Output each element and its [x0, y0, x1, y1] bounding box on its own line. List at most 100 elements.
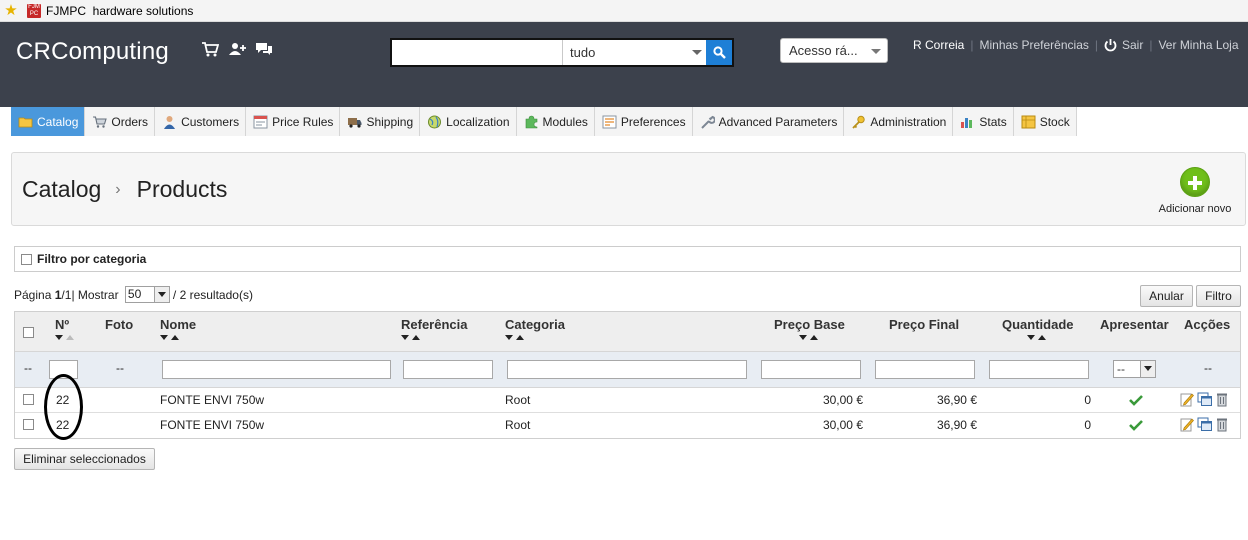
current-page: 1: [54, 287, 62, 302]
sort-asc-icon[interactable]: [810, 335, 818, 340]
search-button[interactable]: [706, 40, 732, 65]
add-new-button[interactable]: Adicionar novo: [1157, 167, 1233, 215]
sort-asc-icon[interactable]: [412, 335, 420, 340]
tab-catalog[interactable]: Catalog: [11, 107, 86, 136]
page-title: Products: [136, 176, 228, 202]
breadcrumb-section: Catalog: [22, 176, 102, 202]
row-checkbox[interactable]: [23, 394, 34, 405]
tab-label: Catalog: [37, 114, 79, 129]
orders-notification-icon[interactable]: [201, 41, 219, 57]
search-input[interactable]: [392, 40, 562, 65]
products-table: Nº Foto Nome Referência Categoria Preço …: [14, 311, 1241, 439]
key-icon: [852, 115, 866, 129]
filter-reference-input[interactable]: [403, 360, 493, 379]
quick-access-select[interactable]: Acesso rá...: [780, 38, 888, 63]
sort-desc-icon[interactable]: [401, 335, 409, 340]
sort-desc-icon[interactable]: [160, 335, 168, 340]
row-checkbox[interactable]: [23, 419, 34, 430]
product-base-price: 30,00 €: [822, 418, 863, 432]
customers-notification-icon[interactable]: [228, 41, 246, 57]
column-name: Nome: [160, 317, 196, 341]
filter-base-price-input[interactable]: [761, 360, 861, 379]
edit-icon[interactable]: [1180, 392, 1194, 407]
column-final-price: Preço Final: [889, 317, 960, 332]
filter-show-select[interactable]: --: [1113, 360, 1156, 378]
duplicate-icon[interactable]: [1197, 417, 1213, 432]
table-row[interactable]: 22 FONTE ENVI 750w Root 30,00 € 36,90 € …: [15, 388, 1240, 413]
browser-favorites-bar: ★ FJM PC FJMPC hardware solutions: [0, 0, 1248, 22]
edit-icon[interactable]: [1180, 417, 1194, 432]
product-final-price: 36,90 €: [936, 418, 977, 432]
column-actions: Acções: [1184, 317, 1231, 332]
enabled-check-icon[interactable]: [1129, 419, 1143, 431]
chevron-down-icon: [871, 49, 881, 54]
tab-label: Preferences: [620, 114, 686, 129]
page-toolbar: Catalog › Products Adicionar novo: [11, 152, 1246, 226]
category-filter-checkbox[interactable]: [21, 253, 32, 265]
per-page-value: 50: [127, 287, 142, 301]
chevron-down-icon: [1140, 361, 1155, 377]
delete-selected-button[interactable]: Eliminar seleccionados: [14, 448, 155, 470]
tab-label: Stock: [1039, 114, 1070, 129]
enabled-check-icon[interactable]: [1129, 394, 1143, 406]
bar-chart-icon: [961, 117, 973, 128]
filter-quantity-input[interactable]: [989, 360, 1089, 379]
select-all-checkbox[interactable]: [23, 327, 34, 338]
per-page-select[interactable]: 50: [124, 286, 170, 303]
nav-separator: |: [1149, 38, 1153, 52]
sort-desc-icon[interactable]: [55, 335, 63, 340]
folder-icon: [18, 117, 33, 127]
view-shop-link[interactable]: Ver Minha Loja: [1158, 38, 1238, 52]
tab-orders[interactable]: Orders: [85, 107, 156, 136]
product-name: FONTE ENVI 750w: [160, 418, 265, 432]
sort-asc-icon[interactable]: [171, 335, 179, 340]
tab-stats[interactable]: Stats: [953, 107, 1014, 136]
favorite-link[interactable]: FJMPC hardware solutions: [46, 4, 193, 18]
sort-asc-icon[interactable]: [516, 335, 524, 340]
tab-preferences[interactable]: Preferences: [594, 107, 693, 136]
column-quantity-label: Quantidade: [1002, 317, 1074, 332]
pagination: Página 1 / 1 | Mostrar 50 / 2 resultado(…: [14, 286, 253, 303]
sort-desc-icon[interactable]: [799, 335, 807, 340]
favorites-star-icon[interactable]: ★: [2, 2, 20, 20]
sort-desc-icon[interactable]: [1027, 335, 1035, 340]
column-category-label: Categoria: [505, 317, 565, 332]
tab-localization[interactable]: Localization: [420, 107, 517, 136]
logout-link[interactable]: Sair: [1104, 38, 1143, 52]
plus-icon: [1180, 167, 1210, 197]
tab-label: Orders: [111, 114, 149, 129]
sort-asc-icon[interactable]: [1038, 335, 1046, 340]
filter-name-input[interactable]: [162, 360, 391, 379]
tab-shipping[interactable]: Shipping: [340, 107, 421, 136]
tab-modules[interactable]: Modules: [516, 107, 595, 136]
my-preferences-link[interactable]: Minhas Preferências: [979, 38, 1088, 52]
filter-row: -- -- -- --: [15, 352, 1240, 388]
tab-customers[interactable]: Customers: [155, 107, 247, 136]
duplicate-icon[interactable]: [1197, 392, 1213, 407]
column-category: Categoria: [505, 317, 565, 341]
tab-advanced-parameters[interactable]: Advanced Parameters: [692, 107, 845, 136]
filter-show-value: --: [1117, 362, 1125, 376]
category-filter-panel: Filtro por categoria: [14, 246, 1241, 272]
tab-label: Shipping: [366, 114, 414, 129]
sort-asc-icon[interactable]: [66, 335, 74, 340]
search-scope-select[interactable]: tudo: [562, 40, 706, 65]
delete-icon[interactable]: [1216, 417, 1228, 432]
tab-price-rules[interactable]: Price Rules: [246, 107, 341, 136]
tab-administration[interactable]: Administration: [844, 107, 954, 136]
filter-category-input[interactable]: [507, 360, 747, 379]
filter-placeholder: --: [116, 361, 124, 375]
messages-notification-icon[interactable]: [255, 41, 273, 57]
shop-name[interactable]: CRComputing: [16, 38, 169, 66]
reset-filter-button[interactable]: Anular: [1140, 285, 1193, 307]
delete-icon[interactable]: [1216, 392, 1228, 407]
product-category: Root: [505, 393, 531, 407]
column-reference: Referência: [401, 317, 467, 341]
tab-stock[interactable]: Stock: [1013, 107, 1077, 136]
sort-desc-icon[interactable]: [505, 335, 513, 340]
column-base-price-label: Preço Base: [774, 317, 845, 332]
table-row[interactable]: 22 FONTE ENVI 750w Root 30,00 € 36,90 € …: [15, 413, 1240, 438]
filter-final-price-input[interactable]: [875, 360, 975, 379]
nav-separator: |: [1094, 38, 1098, 52]
filter-button[interactable]: Filtro: [1196, 285, 1241, 307]
